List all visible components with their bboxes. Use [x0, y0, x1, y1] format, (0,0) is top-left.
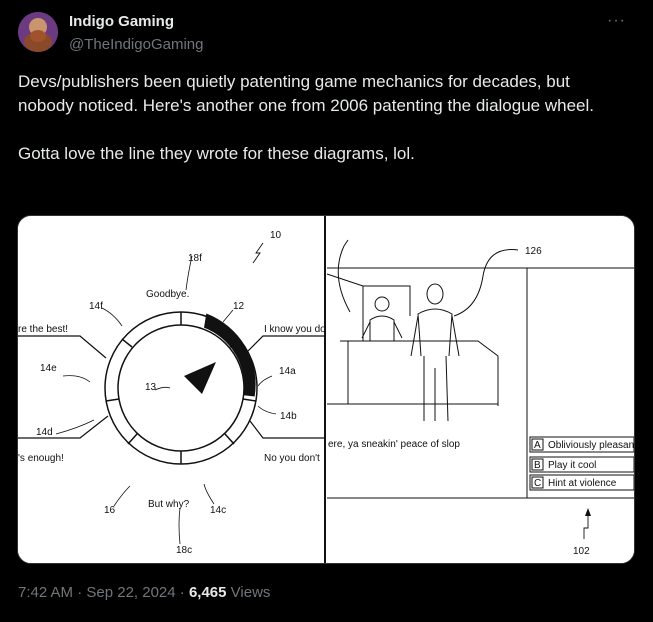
ref-10-label: 10: [270, 230, 282, 241]
choice-key-b: B: [534, 460, 541, 471]
ref-13-label: 13: [145, 382, 157, 393]
ref-126-label: 126: [525, 246, 542, 257]
timestamp[interactable]: 7:42 AM · Sep 22, 2024 ·: [18, 584, 189, 601]
option-left-top: re the best!: [18, 324, 68, 335]
option-goodbye: Goodbye.: [146, 289, 189, 300]
tweet-header: Indigo Gaming @TheIndigoGaming ···: [18, 10, 638, 60]
ref-14e-label: 14e: [40, 363, 57, 374]
ref-14c-label: 14c: [210, 505, 226, 516]
tweet-media-image[interactable]: 10 18f Goodbye. 12 14f re the best! I kn…: [17, 215, 635, 564]
ref-14a-label: 14a: [279, 366, 296, 377]
choice-key-a: A: [534, 440, 541, 451]
tweet-meta: 7:42 AM · Sep 22, 2024 · 6,465 Views: [18, 584, 270, 601]
view-count: 6,465: [188, 584, 227, 601]
ref-14f-label: 14f: [89, 301, 103, 312]
ref-102-label: 102: [573, 546, 590, 557]
avatar[interactable]: [18, 12, 58, 52]
author-handle[interactable]: @TheIndigoGaming: [69, 36, 203, 53]
option-but-why: But why?: [148, 499, 190, 510]
option-right-bottom: No you don't: [264, 453, 320, 464]
ref-12-label: 12: [233, 301, 245, 312]
more-options-icon[interactable]: ···: [607, 12, 626, 30]
choice-text-c: Hint at violence: [548, 478, 617, 489]
choice-text-b: Play it cool: [548, 460, 596, 471]
choice-text-a: Obliviously pleasant: [548, 440, 634, 451]
ref-16-label: 16: [104, 505, 116, 516]
tweet-text: Devs/publishers been quietly patenting g…: [18, 72, 594, 163]
author-name[interactable]: Indigo Gaming: [69, 13, 174, 30]
ref-18f-label: 18f: [188, 253, 202, 264]
views-label: Views: [226, 584, 271, 601]
choice-key-c: C: [534, 478, 541, 489]
ref-14b-label: 14b: [280, 411, 297, 422]
scene-subtitle-text: ere, ya sneakin' peace of slop: [328, 439, 460, 450]
option-left-bottom: 's enough!: [18, 453, 64, 464]
option-right-top: I know you do: [264, 324, 326, 335]
ref-18c-label: 18c: [176, 545, 192, 556]
ref-14d-label: 14d: [36, 427, 53, 438]
